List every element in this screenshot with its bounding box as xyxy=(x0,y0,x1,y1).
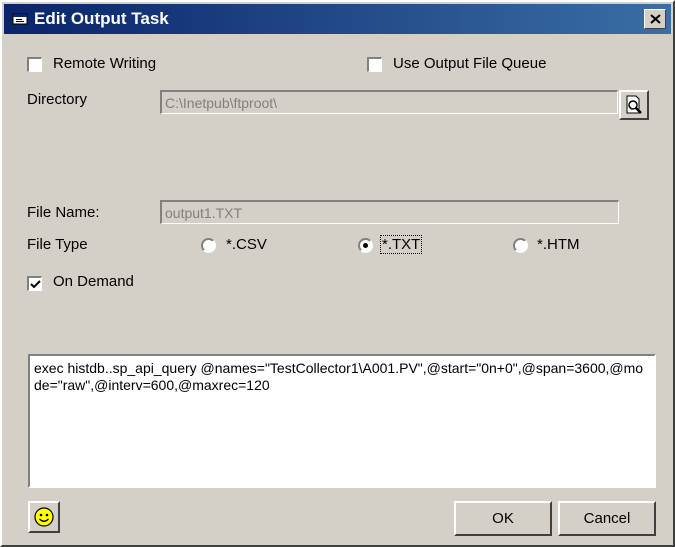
smiley-button[interactable] xyxy=(28,501,60,533)
ok-button[interactable]: OK xyxy=(454,501,552,536)
file-name-field[interactable]: output1.TXT xyxy=(160,200,619,224)
radio-selected-dot xyxy=(363,243,368,248)
file-type-txt-radio[interactable] xyxy=(358,238,373,253)
file-name-label: File Name: xyxy=(27,204,100,221)
on-demand-label[interactable]: On Demand xyxy=(53,273,134,290)
window-icon xyxy=(12,11,30,27)
title-bar[interactable]: Edit Output Task xyxy=(4,4,671,34)
file-type-csv-label[interactable]: *.CSV xyxy=(226,236,267,253)
browse-directory-button[interactable] xyxy=(619,90,649,120)
browse-magnifier-icon xyxy=(626,95,642,114)
edit-output-task-dialog: Edit Output Task Remote Writing Use Outp… xyxy=(0,0,675,547)
on-demand-checkbox[interactable] xyxy=(27,276,42,291)
directory-label: Directory xyxy=(27,91,88,108)
query-textarea[interactable]: exec histdb..sp_api_query @names="TestCo… xyxy=(28,354,656,488)
smiley-face-icon xyxy=(34,507,54,527)
remote-writing-checkbox[interactable] xyxy=(27,57,42,72)
file-type-label: File Type xyxy=(27,236,88,253)
checkmark-icon xyxy=(30,280,41,289)
use-output-file-queue-label[interactable]: Use Output File Queue xyxy=(393,55,546,72)
window-title: Edit Output Task xyxy=(34,9,169,28)
close-button[interactable] xyxy=(644,9,666,29)
use-output-file-queue-checkbox[interactable] xyxy=(367,57,382,72)
close-icon xyxy=(650,14,661,24)
cancel-button[interactable]: Cancel xyxy=(558,501,656,536)
file-type-htm-label[interactable]: *.HTM xyxy=(537,236,580,253)
file-type-htm-radio[interactable] xyxy=(513,238,528,253)
directory-field[interactable]: C:\Inetpub\ftproot\ xyxy=(160,90,618,114)
file-type-csv-radio[interactable] xyxy=(201,238,216,253)
file-type-txt-label[interactable]: *.TXT xyxy=(380,235,423,254)
remote-writing-label[interactable]: Remote Writing xyxy=(53,55,156,72)
